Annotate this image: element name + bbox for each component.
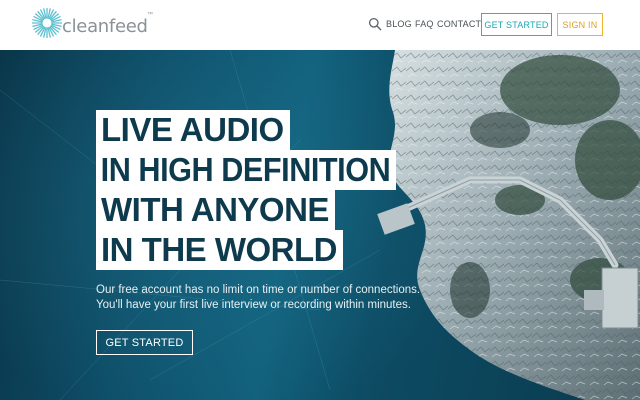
- hero-get-started-button[interactable]: GET STARTED: [96, 330, 193, 355]
- hero-section: LIVE AUDIO IN HIGH DEFINITION WITH ANYON…: [0, 50, 640, 400]
- hero-subtext-line-2: You'll have your first live interview or…: [96, 299, 411, 311]
- nav-link-faq[interactable]: FAQ: [415, 19, 434, 29]
- search-icon[interactable]: [368, 17, 382, 31]
- site-header: cleanfeed ™ BLOG FAQ CONTACT GET STARTED…: [0, 0, 640, 50]
- hero-headline-line-1: LIVE AUDIO: [96, 110, 290, 150]
- get-started-button[interactable]: GET STARTED: [481, 13, 552, 36]
- trademark-symbol: ™: [147, 12, 153, 18]
- hero-subtext-line-1: Our free account has no limit on time or…: [96, 284, 421, 296]
- logo-wordmark: cleanfeed: [62, 16, 148, 37]
- nav-link-contact[interactable]: CONTACT: [437, 19, 481, 29]
- sign-in-button[interactable]: SIGN IN: [557, 13, 603, 36]
- cleanfeed-logo[interactable]: cleanfeed ™: [31, 7, 156, 43]
- hero-headline-line-4: IN THE WORLD: [96, 230, 343, 270]
- nav-link-blog[interactable]: BLOG: [386, 19, 412, 29]
- logo-sunburst-icon: [31, 7, 63, 39]
- hero-headline-line-3: WITH ANYONE: [96, 190, 335, 230]
- hero-headline-line-2: IN HIGH DEFINITION: [96, 150, 396, 190]
